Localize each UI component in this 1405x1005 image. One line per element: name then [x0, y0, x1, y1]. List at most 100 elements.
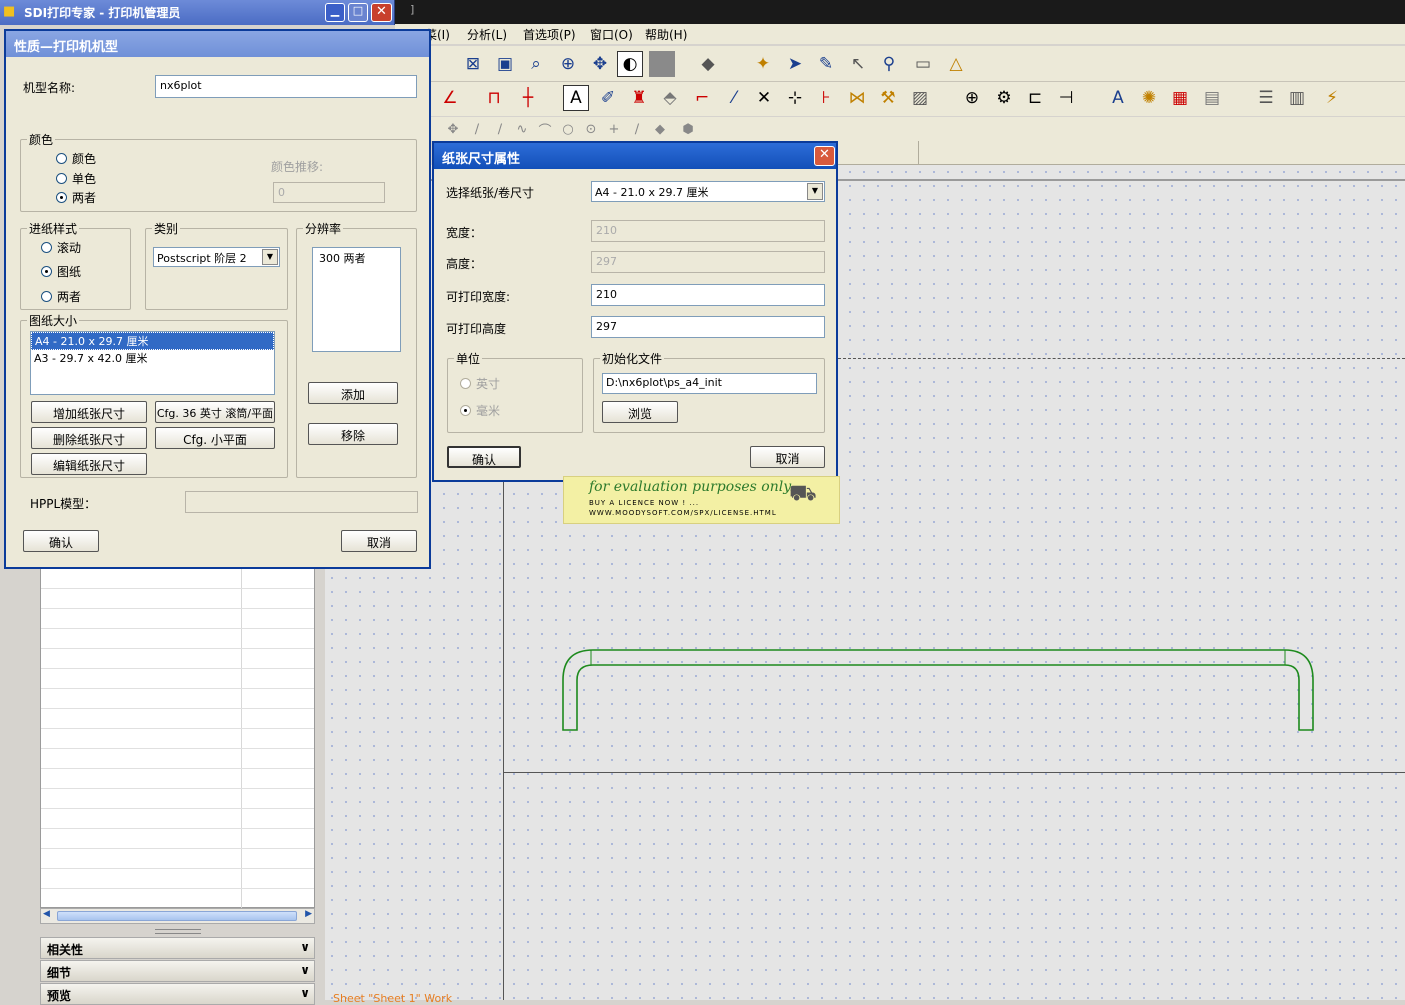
- symbol-icon[interactable]: ⚒: [875, 85, 901, 111]
- remove-resolution-button[interactable]: 移除: [308, 423, 398, 445]
- target-icon[interactable]: ⊕: [959, 85, 985, 111]
- fit-icon[interactable]: ⊠: [460, 51, 486, 77]
- menu-item-preferences[interactable]: 首选项(P): [523, 26, 576, 43]
- wand-icon[interactable]: ⚡: [1319, 85, 1345, 111]
- solid-icon[interactable]: ⬢: [678, 119, 698, 139]
- print-height-field[interactable]: 297: [591, 316, 825, 338]
- measure-icon[interactable]: △: [943, 51, 969, 77]
- face-icon[interactable]: ◆: [650, 119, 670, 139]
- menu-item-window[interactable]: 窗口(O): [590, 26, 633, 43]
- bracket-icon[interactable]: ⊏: [1022, 85, 1048, 111]
- radio-dot[interactable]: [56, 173, 67, 184]
- arrow-icon[interactable]: ➤: [782, 51, 808, 77]
- line2-icon[interactable]: ∕: [490, 119, 510, 139]
- balloon-icon[interactable]: ✺: [1136, 85, 1162, 111]
- height-field[interactable]: 297: [591, 251, 825, 273]
- section-preview[interactable]: 预览 ∨: [40, 983, 315, 1005]
- filter-icon[interactable]: ⚲: [876, 51, 902, 77]
- paper-size-item[interactable]: A3 - 29.7 x 42.0 厘米: [31, 350, 274, 366]
- arc-icon[interactable]: ∠: [437, 85, 463, 111]
- arc-small-icon[interactable]: ⌒: [535, 119, 555, 139]
- property-grid[interactable]: [40, 568, 315, 909]
- scroll-right-icon[interactable]: ▶: [305, 909, 312, 919]
- edit-paper-size-button[interactable]: 编辑纸张尺寸: [31, 453, 147, 475]
- stamp-icon[interactable]: ♜: [626, 85, 652, 111]
- plus-icon[interactable]: +: [604, 119, 624, 139]
- slash-icon[interactable]: ∕: [627, 119, 647, 139]
- splitter-grip[interactable]: [155, 929, 201, 934]
- weld-icon[interactable]: ⋈: [844, 85, 870, 111]
- center-icon[interactable]: ⊙: [581, 119, 601, 139]
- text-a-icon[interactable]: A: [563, 85, 589, 111]
- color-shift-field[interactable]: 0: [273, 182, 385, 203]
- cube-icon[interactable]: ◆: [695, 51, 721, 77]
- radio-both[interactable]: 两者: [56, 189, 96, 206]
- chevron-down-icon[interactable]: ∨: [300, 986, 310, 1000]
- menu-item-analysis[interactable]: 分析(L): [467, 26, 507, 43]
- close-icon[interactable]: ✕: [814, 146, 835, 166]
- pan-icon[interactable]: ✥: [587, 51, 613, 77]
- radio-dot[interactable]: [41, 242, 52, 253]
- sheet-icon[interactable]: ▥: [1284, 85, 1310, 111]
- ok-button[interactable]: 确认: [23, 530, 99, 552]
- dropdown-arrow-icon[interactable]: ▼: [262, 249, 278, 265]
- table-icon[interactable]: ▦: [1167, 85, 1193, 111]
- radio-mono[interactable]: 单色: [56, 170, 96, 187]
- delete-paper-size-button[interactable]: 删除纸张尺寸: [31, 427, 147, 449]
- radio-dot[interactable]: [460, 378, 471, 389]
- offset-icon[interactable]: ⊦: [813, 85, 839, 111]
- section-dependencies[interactable]: 相关性 ∨: [40, 937, 315, 959]
- horizontal-scrollbar[interactable]: ◀ ▶: [40, 908, 315, 924]
- paper-size-list[interactable]: A4 - 21.0 x 29.7 厘米 A3 - 29.7 x 42.0 厘米: [30, 331, 275, 395]
- cancel-button[interactable]: 取消: [341, 530, 417, 552]
- add-paper-size-button[interactable]: 增加纸张尺寸: [31, 401, 147, 423]
- radio-sheet[interactable]: 图纸: [41, 263, 81, 280]
- radio-dot[interactable]: [56, 153, 67, 164]
- chevron-down-icon[interactable]: ∨: [300, 963, 310, 977]
- cross-icon[interactable]: ┼: [515, 85, 541, 111]
- radio-dot[interactable]: [41, 291, 52, 302]
- cancel-button[interactable]: 取消: [750, 446, 825, 468]
- x-icon[interactable]: ✕: [751, 85, 777, 111]
- hppl-field[interactable]: [185, 491, 418, 513]
- radio-inch[interactable]: 英寸: [460, 375, 500, 392]
- window-icon[interactable]: ▣: [492, 51, 518, 77]
- minimize-icon[interactable]: ▁: [325, 3, 345, 22]
- radio-color[interactable]: 颜色: [56, 150, 96, 167]
- radio-dot[interactable]: [56, 192, 67, 203]
- width-field[interactable]: 210: [591, 220, 825, 242]
- radio-dot[interactable]: [41, 266, 52, 277]
- radio-feed-both[interactable]: 两者: [41, 288, 81, 305]
- gear-outline-icon[interactable]: ⚙: [991, 85, 1017, 111]
- color-swatch-icon[interactable]: [649, 51, 675, 77]
- corner-icon[interactable]: ⌐: [689, 85, 715, 111]
- shade-icon[interactable]: ◐: [617, 51, 643, 77]
- snap-icon[interactable]: ✦: [750, 51, 776, 77]
- model-name-field[interactable]: nx6plot: [155, 75, 417, 98]
- radio-roll[interactable]: 滚动: [41, 239, 81, 256]
- radio-dot[interactable]: [460, 405, 471, 416]
- datum-icon[interactable]: ⊣: [1053, 85, 1079, 111]
- move-icon[interactable]: ✥: [443, 119, 463, 139]
- annotation-a-icon[interactable]: A: [1105, 85, 1131, 111]
- init-file-field[interactable]: D:\nx6plot\ps_a4_init: [602, 373, 817, 394]
- maximize-icon[interactable]: □: [348, 3, 368, 22]
- zoom-icon[interactable]: ⊕: [555, 51, 581, 77]
- paper-size-item-selected[interactable]: A4 - 21.0 x 29.7 厘米: [31, 332, 274, 350]
- zoom-window-icon[interactable]: ⌕: [523, 51, 549, 77]
- line-icon[interactable]: ∕: [467, 119, 487, 139]
- add-resolution-button[interactable]: 添加: [308, 382, 398, 404]
- ok-button[interactable]: 确认: [447, 446, 521, 468]
- radio-mm[interactable]: 毫米: [460, 402, 500, 419]
- edit-icon[interactable]: ✐: [595, 85, 621, 111]
- scroll-left-icon[interactable]: ◀: [43, 909, 50, 919]
- hatch-icon[interactable]: ▤: [1199, 85, 1225, 111]
- menu-item-help[interactable]: 帮助(H): [645, 26, 687, 43]
- cfg-small-button[interactable]: Cfg. 小平面: [155, 427, 275, 449]
- list-icon[interactable]: ☰: [1253, 85, 1279, 111]
- paper-select[interactable]: A4 - 21.0 x 29.7 厘米 ▼: [591, 181, 825, 202]
- close-icon[interactable]: ✕: [371, 3, 392, 22]
- pointer-icon[interactable]: ↖: [845, 51, 871, 77]
- image-icon[interactable]: ▨: [907, 85, 933, 111]
- select-icon[interactable]: ✎: [813, 51, 839, 77]
